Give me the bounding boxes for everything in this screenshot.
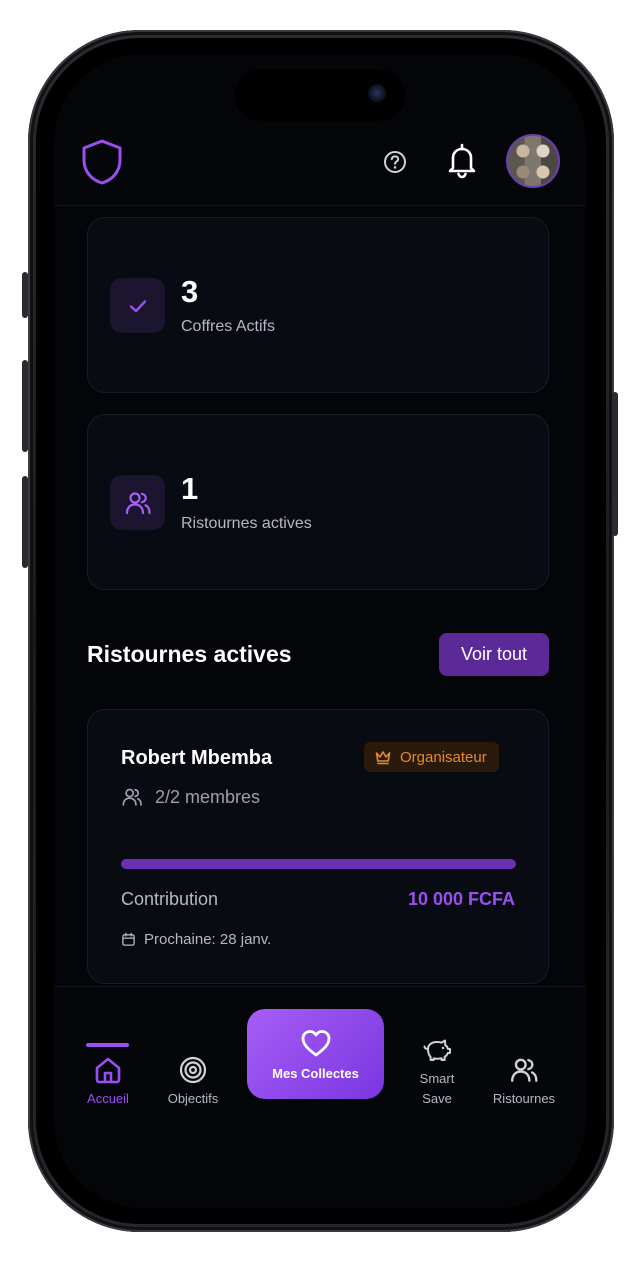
stat-value: 3 — [181, 274, 199, 309]
piggy-bank-icon — [423, 1039, 451, 1061]
stat-label: Coffres Actifs — [181, 318, 275, 335]
nav-item-smart-save[interactable]: Smart Save — [404, 1037, 470, 1109]
stat-icon-box — [110, 475, 165, 530]
role-badge: Organisateur — [364, 742, 499, 772]
nav-item-label: Accueil — [87, 1091, 129, 1106]
next-payment-date: Prochaine: 28 janv. — [121, 931, 271, 948]
active-tab-indicator — [86, 1043, 129, 1047]
nav-item-label-text: Smart Save — [419, 1071, 455, 1106]
stat-icon-box — [110, 278, 165, 333]
power-button — [612, 392, 618, 536]
bell-icon[interactable] — [445, 143, 479, 179]
app-screen: 3 Coffres Actifs 1 Ristournes actives Ri… — [54, 54, 586, 1208]
avatar[interactable] — [506, 134, 560, 188]
contribution-amount: 10 000 FCFA — [407, 889, 515, 909]
section-title: Ristournes actives — [87, 641, 292, 667]
users-icon — [122, 788, 142, 806]
shield-icon[interactable] — [80, 138, 124, 186]
crown-icon — [375, 751, 391, 765]
help-circle-icon[interactable] — [382, 149, 408, 175]
nav-item-ristournes[interactable]: Ristournes — [486, 1055, 562, 1106]
users-icon — [125, 491, 151, 514]
check-icon — [129, 299, 146, 312]
home-icon — [95, 1057, 121, 1084]
nav-item-label: Smart Save — [412, 1069, 462, 1109]
calendar-icon — [122, 932, 135, 946]
bottom-nav: Accueil Objectifs Mes Collectes Smart Sa… — [54, 986, 586, 1136]
tontine-name: Robert Mbemba — [121, 747, 273, 769]
role-badge-label: Organisateur — [400, 748, 487, 766]
front-camera — [368, 84, 386, 102]
volume-down-button — [22, 476, 28, 568]
members-row: 2/2 membres — [121, 786, 260, 808]
contribution-label: Contribution — [121, 889, 219, 909]
see-all-button[interactable]: Voir tout — [439, 633, 549, 676]
mes-collectes-button[interactable]: Mes Collectes — [247, 1009, 384, 1099]
volume-up-button — [22, 360, 28, 452]
users-icon — [511, 1058, 538, 1082]
heart-icon — [301, 1029, 330, 1056]
stat-label: Ristournes actives — [181, 515, 312, 532]
nav-item-objectifs[interactable]: Objectifs — [160, 1055, 226, 1106]
tontine-card[interactable]: Robert Mbemba Organisateur 2/2 membres C… — [87, 709, 549, 984]
stat-value: 1 — [181, 471, 199, 506]
nav-item-label: Objectifs — [167, 1091, 219, 1106]
app-header — [54, 124, 586, 206]
mes-collectes-label: Mes Collectes — [272, 1065, 359, 1081]
nav-item-accueil[interactable]: Accueil — [76, 1055, 140, 1106]
stat-card-tontines[interactable]: 1 Ristournes actives — [87, 414, 549, 590]
nav-item-label: Ristournes — [492, 1091, 556, 1106]
progress-bar-fill — [121, 859, 516, 869]
next-payment-label: Prochaine: 28 janv. — [144, 931, 272, 948]
action-button — [22, 272, 28, 318]
members-count: 2/2 membres — [155, 786, 261, 807]
progress-bar — [121, 859, 516, 869]
stat-card-vaults[interactable]: 3 Coffres Actifs — [87, 217, 549, 393]
target-icon — [179, 1056, 207, 1084]
